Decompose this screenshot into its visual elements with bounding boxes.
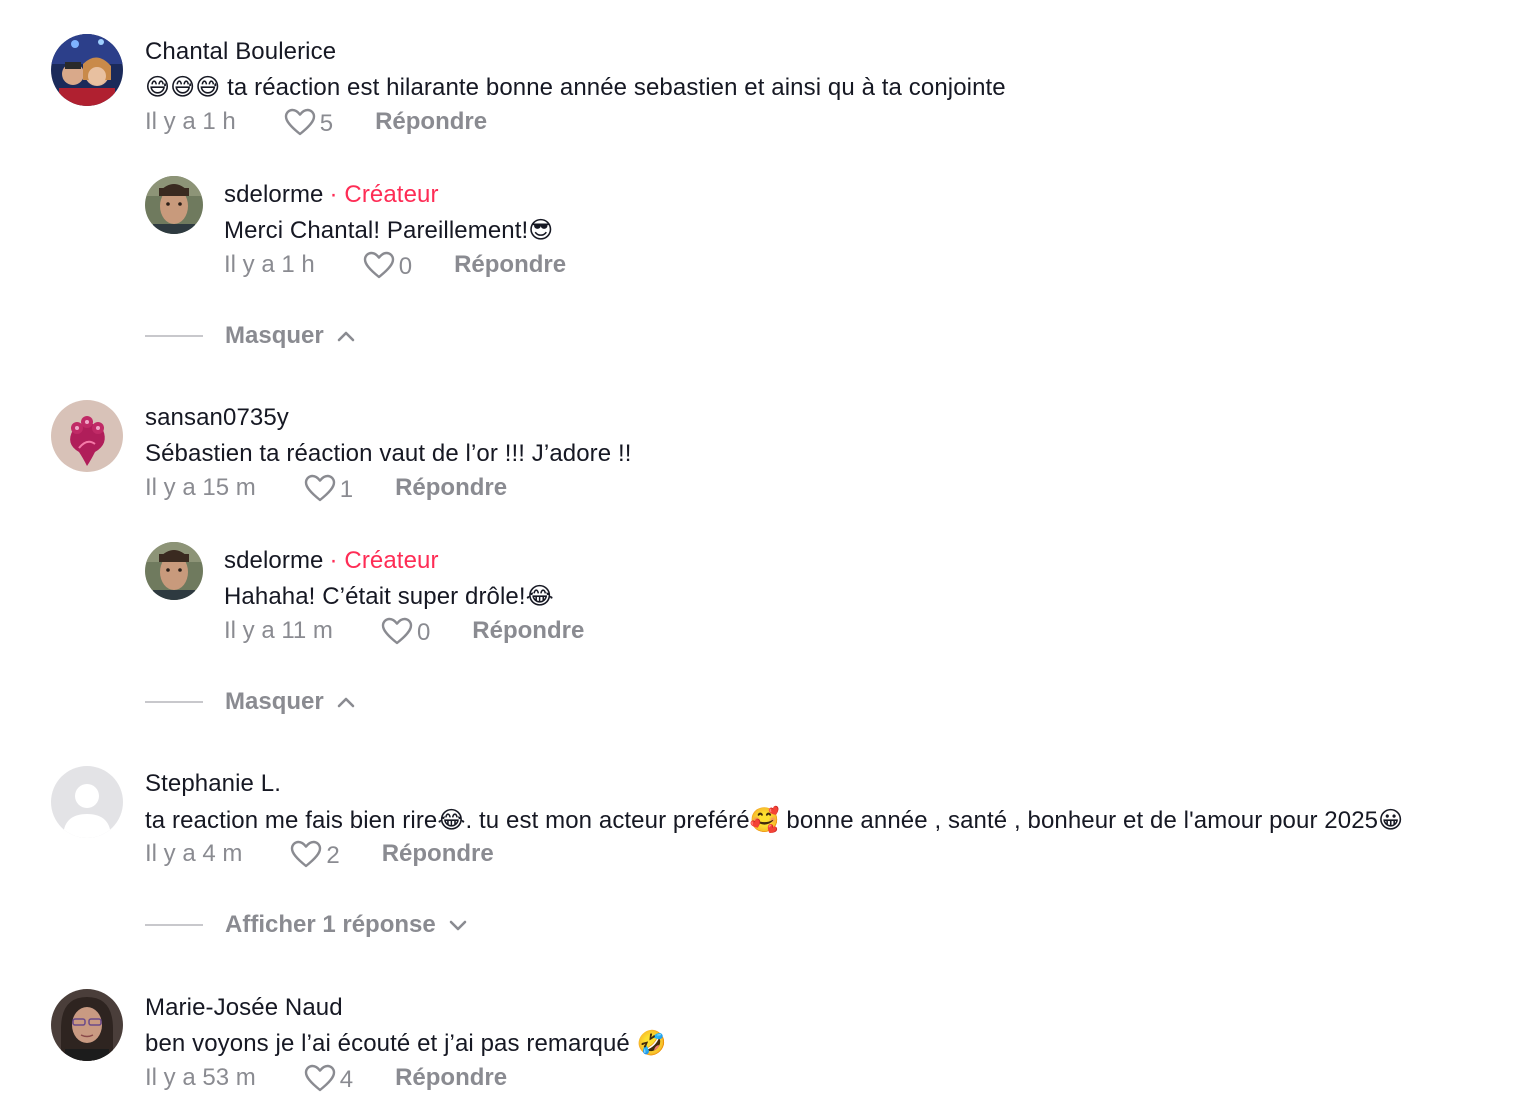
hide-replies-button[interactable]: Masquer bbox=[145, 322, 356, 350]
comment-text: ben voyons je l’ai écouté et j’ai pas re… bbox=[145, 1030, 667, 1057]
toggle-label: Masquer bbox=[225, 322, 324, 349]
comment-text: ta reaction me fais bien rire😂. tu est m… bbox=[145, 807, 1404, 834]
like-count: 0 bbox=[416, 619, 431, 646]
avatar[interactable] bbox=[145, 176, 203, 234]
like-button[interactable]: 0 bbox=[363, 251, 413, 280]
like-button[interactable]: 2 bbox=[290, 840, 340, 869]
comment-meta: Il y a 4 m 2 Répondre bbox=[145, 840, 494, 869]
like-count: 5 bbox=[319, 110, 334, 137]
reply-button[interactable]: Répondre bbox=[375, 108, 487, 136]
heart-outline-icon bbox=[291, 840, 322, 868]
comment-timestamp: Il y a 15 m bbox=[145, 474, 256, 501]
chevron-up-icon bbox=[336, 695, 356, 709]
avatar[interactable] bbox=[51, 989, 123, 1061]
comment-username[interactable]: sansan0735y bbox=[145, 404, 289, 432]
reply-username[interactable]: sdelorme · Créateur bbox=[224, 181, 439, 209]
comment-meta: Il y a 1 h 5 Répondre bbox=[145, 108, 487, 137]
divider bbox=[145, 335, 203, 337]
reply-button[interactable]: Répondre bbox=[472, 617, 584, 645]
heart-outline-icon bbox=[381, 617, 413, 645]
avatar[interactable] bbox=[145, 542, 203, 600]
divider bbox=[145, 701, 203, 703]
creator-separator: · bbox=[329, 181, 338, 208]
reply-meta: Il y a 1 h 0 Répondre bbox=[224, 251, 566, 280]
creator-badge: Créateur bbox=[344, 547, 439, 574]
comment-timestamp: Il y a 4 m bbox=[145, 840, 243, 867]
reply-button[interactable]: Répondre bbox=[395, 474, 507, 502]
toggle-label: Afficher 1 réponse bbox=[225, 911, 436, 938]
show-replies-button[interactable]: Afficher 1 réponse bbox=[145, 911, 468, 939]
hide-replies-button[interactable]: Masquer bbox=[145, 688, 356, 716]
reply-timestamp: Il y a 1 h bbox=[224, 251, 315, 278]
comment-timestamp: Il y a 1 h bbox=[145, 108, 236, 135]
heart-outline-icon bbox=[304, 474, 335, 502]
reply-timestamp: Il y a 11 m bbox=[224, 617, 333, 644]
avatar[interactable] bbox=[51, 400, 123, 472]
comment-meta: Il y a 15 m 1 Répondre bbox=[145, 474, 507, 503]
like-count: 4 bbox=[339, 1066, 354, 1093]
like-button[interactable]: 0 bbox=[381, 617, 431, 646]
default-user-avatar-icon[interactable] bbox=[51, 766, 123, 838]
comment-username[interactable]: Stephanie L. bbox=[145, 770, 281, 798]
comment-timestamp: Il y a 53 m bbox=[145, 1064, 256, 1091]
like-count: 2 bbox=[326, 842, 340, 869]
chevron-down-icon bbox=[448, 918, 468, 932]
comment-username[interactable]: Chantal Boulerice bbox=[145, 38, 336, 66]
heart-outline-icon bbox=[284, 108, 315, 136]
like-button[interactable]: 1 bbox=[304, 474, 354, 503]
like-button[interactable]: 5 bbox=[284, 108, 334, 137]
reply-meta: Il y a 11 m 0 Répondre bbox=[224, 617, 584, 646]
heart-outline-icon bbox=[304, 1064, 335, 1092]
reply-button[interactable]: Répondre bbox=[395, 1064, 507, 1092]
creator-separator: · bbox=[329, 547, 338, 574]
reply-button[interactable]: Répondre bbox=[454, 251, 566, 279]
comment-meta: Il y a 53 m 4 Répondre bbox=[145, 1064, 507, 1093]
reply-text: Merci Chantal! Pareillement!😎 bbox=[224, 217, 554, 244]
comment-text: 😅😅😅 ta réaction est hilarante bonne anné… bbox=[145, 74, 1006, 101]
creator-badge: Créateur bbox=[344, 181, 439, 208]
reply-button[interactable]: Répondre bbox=[382, 840, 494, 868]
like-count: 0 bbox=[398, 253, 413, 280]
reply-text: Hahaha! C’était super drôle!😂 bbox=[224, 583, 554, 610]
chevron-up-icon bbox=[336, 329, 356, 343]
reply-username[interactable]: sdelorme · Créateur bbox=[224, 547, 439, 575]
heart-outline-icon bbox=[363, 251, 394, 279]
toggle-label: Masquer bbox=[225, 688, 324, 715]
comment-username[interactable]: Marie-Josée Naud bbox=[145, 994, 343, 1022]
divider bbox=[145, 924, 203, 926]
avatar[interactable] bbox=[51, 34, 123, 106]
like-count: 1 bbox=[339, 476, 354, 503]
like-button[interactable]: 4 bbox=[304, 1064, 354, 1093]
comment-text: Sébastien ta réaction vaut de l’or !!! J… bbox=[145, 440, 632, 467]
